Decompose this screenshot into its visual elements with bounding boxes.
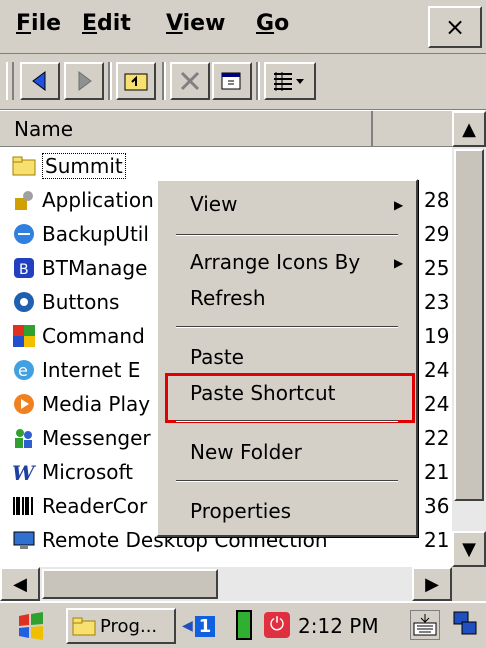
list-item[interactable]: Command (12, 320, 145, 352)
vertical-scroll-thumb[interactable] (454, 149, 484, 501)
buttons-icon (12, 290, 36, 314)
scroll-right-button[interactable]: ▶ (412, 567, 452, 601)
menu-separator (176, 234, 398, 236)
application-icon (12, 188, 36, 212)
horizontal-scroll-thumb[interactable] (42, 569, 218, 599)
properties-icon[interactable] (212, 62, 252, 100)
view-menu-icon[interactable] (264, 62, 316, 100)
bluetooth-icon: B (12, 256, 36, 280)
toolbar-separator (162, 62, 166, 100)
menu-item-new-folder[interactable]: New Folder (190, 440, 302, 464)
internet-icon: e (12, 358, 36, 382)
start-button[interactable] (8, 608, 54, 644)
list-item[interactable]: ReaderCor (12, 490, 147, 522)
up-folder-icon[interactable] (116, 62, 156, 100)
menu-item-properties[interactable]: Properties (190, 499, 291, 523)
list-item[interactable]: BackupUtil (12, 218, 149, 250)
scroll-down-button[interactable]: ▼ (452, 531, 486, 567)
menu-separator (176, 420, 398, 422)
scrollbar-corner (452, 567, 486, 601)
backup-icon (12, 222, 36, 246)
menu-separator (176, 326, 398, 328)
menu-item-paste[interactable]: Paste (190, 345, 244, 369)
menu-view[interactable]: View (166, 11, 225, 36)
media-player-icon (12, 392, 36, 416)
menu-separator (176, 480, 398, 482)
clock[interactable]: 2:12 PM (298, 614, 379, 638)
scroll-left-button[interactable]: ◀ (0, 567, 40, 601)
submenu-arrow-icon: ▶ (394, 256, 404, 270)
size-value: 21 (424, 528, 450, 552)
menu-item-refresh[interactable]: Refresh (190, 286, 266, 310)
back-icon[interactable] (20, 62, 60, 100)
list-item[interactable]: W Microsoft (12, 456, 133, 488)
submenu-arrow-icon: ▶ (394, 198, 404, 212)
column-header-name[interactable]: Name (14, 117, 73, 141)
column-divider[interactable] (371, 111, 373, 147)
folder-icon (72, 617, 96, 636)
size-value: 36 (424, 494, 450, 518)
toolbar-separator (256, 62, 260, 100)
command-icon (12, 324, 36, 348)
size-value: 22 (424, 426, 450, 450)
list-item[interactable]: Media Play (12, 388, 150, 420)
forward-icon[interactable] (64, 62, 104, 100)
list-item[interactable]: Application (12, 184, 154, 216)
keyboard-icon[interactable] (410, 610, 440, 640)
power-icon[interactable]: ⏻ (264, 612, 290, 638)
battery-icon[interactable] (236, 610, 252, 640)
size-value: 29 (424, 222, 450, 246)
size-value: 19 (424, 324, 450, 348)
windows-flag-icon (19, 612, 43, 640)
arrow-left-icon: ◀ (182, 618, 193, 634)
desktop-switch-icon[interactable] (452, 610, 482, 640)
close-button[interactable]: × (428, 6, 482, 48)
list-item[interactable]: Buttons (12, 286, 119, 318)
size-value: 25 (424, 256, 450, 280)
size-value: 21 (424, 460, 450, 484)
folder-icon (12, 154, 36, 178)
list-item[interactable]: Messenger (12, 422, 151, 454)
svg-text:B: B (19, 262, 29, 278)
connectivity-indicator[interactable]: ◀ 1 (182, 612, 228, 640)
toolbar-separator (108, 62, 112, 100)
menu-bar (0, 0, 486, 54)
delete-icon[interactable] (170, 62, 210, 100)
size-value: 24 (424, 358, 450, 382)
list-item[interactable]: Summit (12, 150, 126, 182)
barcode-icon (12, 494, 36, 518)
scroll-up-button[interactable]: ▲ (452, 111, 486, 147)
size-value: 28 (424, 188, 450, 212)
menu-item-arrange-icons-by[interactable]: Arrange Icons By (190, 250, 360, 274)
toolbar-grip[interactable] (6, 62, 14, 100)
menu-item-view[interactable]: View (190, 192, 237, 216)
list-item[interactable]: B BTManage (12, 252, 147, 284)
size-value: 23 (424, 290, 450, 314)
size-value: 24 (424, 392, 450, 416)
svg-text:W: W (12, 461, 36, 484)
svg-text:e: e (18, 361, 28, 380)
menu-file[interactable]: File (16, 11, 61, 36)
menu-go[interactable]: Go (256, 11, 289, 36)
remote-desktop-icon (12, 528, 36, 552)
list-item[interactable]: e Internet E (12, 354, 140, 386)
highlight-box (165, 373, 415, 423)
messenger-icon (12, 426, 36, 450)
taskbar-task-button[interactable]: Prog... (66, 608, 176, 644)
word-icon: W (12, 460, 37, 485)
menu-edit[interactable]: Edit (82, 11, 131, 36)
